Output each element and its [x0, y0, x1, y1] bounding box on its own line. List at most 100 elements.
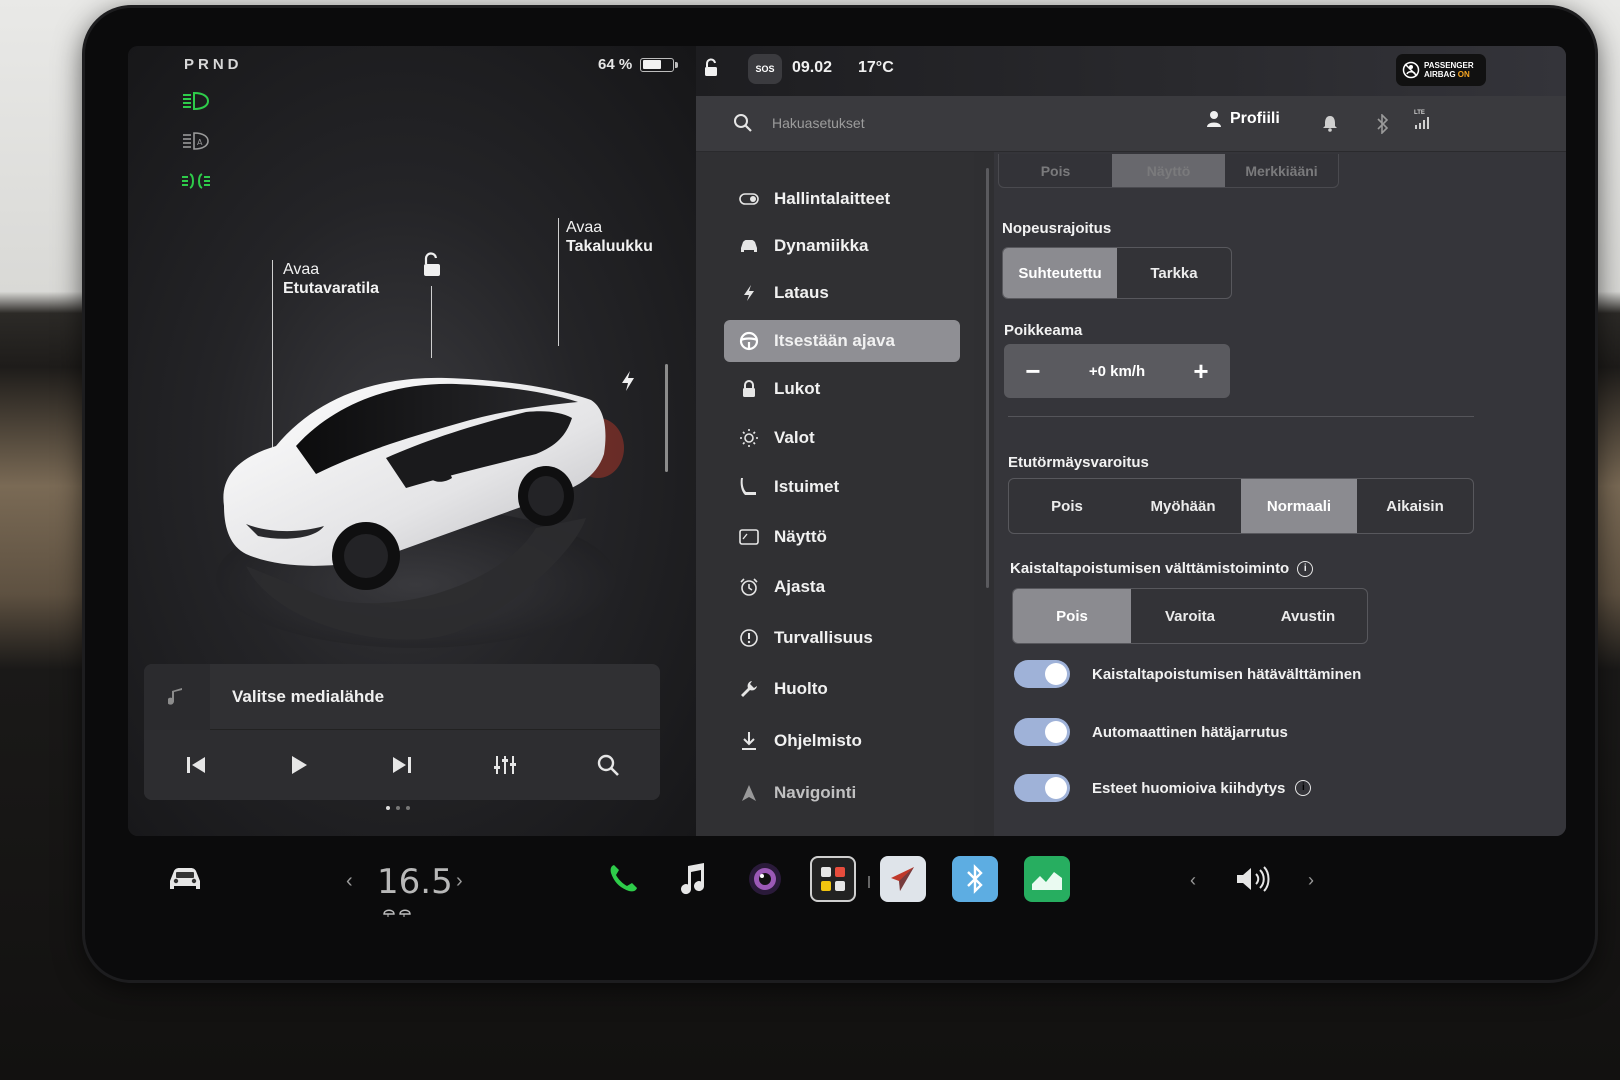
- previous-track-button[interactable]: [176, 745, 216, 785]
- car-controls-button[interactable]: [162, 856, 208, 902]
- media-source-label: Valitse medialähde: [232, 686, 385, 706]
- toggle-label: Automaattinen hätäjarrutus: [1092, 723, 1288, 741]
- forward-collision-option-pois[interactable]: Pois: [1009, 479, 1125, 533]
- top-partial-segment: Pois Näyttö Merkkiääni: [998, 154, 1339, 188]
- energy-button[interactable]: [1024, 856, 1070, 902]
- menu-item-lukot[interactable]: Lukot: [724, 368, 960, 410]
- media-source-row[interactable]: Valitse medialähde: [144, 664, 660, 730]
- top-segment-option-2[interactable]: Merkkiääni: [1225, 154, 1338, 187]
- seat-heater-icon[interactable]: [382, 906, 414, 918]
- menu-item-istuimet[interactable]: Istuimet: [724, 466, 960, 508]
- menu-item-ohjelmisto[interactable]: Ohjelmisto: [724, 720, 960, 762]
- forward-collision-option-aikaisin[interactable]: Aikaisin: [1357, 479, 1473, 533]
- play-button[interactable]: [279, 745, 319, 785]
- media-search-button[interactable]: [588, 745, 628, 785]
- lane-departure-option-varoita[interactable]: Varoita: [1131, 589, 1249, 643]
- search-icon: [598, 754, 620, 776]
- toggle-row: Automaattinen hätäjarrutus: [1014, 718, 1288, 746]
- equalizer-icon: [494, 756, 517, 774]
- toggle-label: Kaistaltapoistumisen hätävälttäminen: [1092, 665, 1362, 683]
- svg-text:A: A: [197, 138, 203, 147]
- car-icon: [170, 868, 200, 889]
- equalizer-button[interactable]: [485, 745, 525, 785]
- menu-item-ajasta[interactable]: Ajasta: [724, 566, 960, 608]
- next-track-button[interactable]: [382, 745, 422, 785]
- sos-button[interactable]: SOS: [748, 54, 782, 84]
- temp-decrease-button[interactable]: ‹: [346, 870, 353, 893]
- forward-collision-option-myöhään[interactable]: Myöhään: [1125, 479, 1241, 533]
- bluetooth-icon: [967, 864, 983, 894]
- headlights-on-icon: [183, 91, 210, 111]
- menu-scrollbar[interactable]: [986, 168, 989, 588]
- settings-search-input[interactable]: Hakuasetukset: [772, 115, 865, 131]
- music-note-icon: [144, 664, 210, 730]
- navigation-button[interactable]: [880, 856, 926, 902]
- battery-percent: 64 %: [598, 56, 633, 73]
- menu-item-label: Itsestään ajava: [774, 331, 895, 350]
- unlocked-icon[interactable]: [702, 58, 720, 78]
- menu-item-lataus[interactable]: Lataus: [724, 272, 960, 314]
- info-icon[interactable]: i: [1295, 780, 1312, 796]
- menu-item-navigointi[interactable]: Navigointi: [724, 772, 960, 814]
- menu-item-label: Näyttö: [774, 527, 827, 546]
- volume-button[interactable]: [1230, 856, 1276, 902]
- unlocked-padlock-icon[interactable]: [420, 252, 444, 278]
- settings-menu: Hallintalaitteet Dynamiikka Lataus Itsestää…: [696, 152, 974, 836]
- lane-departure-option-avustin[interactable]: Avustin: [1249, 589, 1367, 643]
- bell-icon[interactable]: [1322, 114, 1338, 132]
- temp-increase-button[interactable]: ›: [456, 870, 463, 893]
- lock-icon: [738, 378, 760, 400]
- top-segment-option-0[interactable]: Pois: [999, 154, 1112, 187]
- camera-button[interactable]: [742, 856, 788, 902]
- menu-item-label: Ohjelmisto: [774, 731, 862, 750]
- menu-item-itsestään-ajava[interactable]: Itsestään ajava: [724, 320, 960, 362]
- phone-button[interactable]: [600, 856, 646, 902]
- settings-pane: SOS 09.02 17°C PASSENGER AIRBAG ON Hakua…: [696, 46, 1566, 836]
- toggle-switch[interactable]: [1014, 718, 1070, 746]
- display-icon: [738, 526, 760, 548]
- bluetooth-icon[interactable]: [1376, 114, 1390, 134]
- menu-item-label: Navigointi: [774, 783, 857, 802]
- rear-trunk-button[interactable]: Avaa Takaluukku: [566, 218, 653, 256]
- forward-collision-option-normaali[interactable]: Normaali: [1241, 479, 1357, 533]
- menu-item-huolto[interactable]: Huolto: [724, 668, 960, 710]
- speed-limit-option-tarkka[interactable]: Tarkka: [1117, 248, 1231, 298]
- lane-departure-segment: Pois Varoita Avustin: [1012, 588, 1368, 644]
- music-icon: [681, 863, 705, 895]
- cabin-temperature[interactable]: 16.5: [377, 862, 453, 902]
- offset-increase-button[interactable]: +: [1186, 356, 1216, 387]
- battery-level-fill: [642, 60, 662, 69]
- menu-item-näyttö[interactable]: Näyttö: [724, 516, 960, 558]
- apps-launcher-button[interactable]: [810, 856, 856, 902]
- battery-icon: [640, 57, 679, 72]
- menu-item-valot[interactable]: Valot: [724, 417, 960, 459]
- lte-label: LTE: [1414, 110, 1425, 116]
- navigation-icon: [738, 782, 760, 804]
- front-trunk-button[interactable]: Avaa Etutavaratila: [283, 260, 379, 298]
- toggle-switch[interactable]: [1014, 774, 1070, 802]
- offset-decrease-button[interactable]: −: [1018, 356, 1048, 387]
- top-segment-option-1[interactable]: Näyttö: [1112, 154, 1225, 187]
- lane-departure-option-pois[interactable]: Pois: [1013, 589, 1131, 643]
- volume-right-arrow[interactable]: ›: [1308, 870, 1314, 891]
- bluetooth-button[interactable]: [952, 856, 998, 902]
- music-button[interactable]: [670, 856, 716, 902]
- offset-label: Poikkeama: [1004, 322, 1083, 339]
- menu-item-turvallisuus[interactable]: Turvallisuus: [724, 617, 960, 659]
- vehicle-pane-scrollbar[interactable]: [665, 364, 668, 472]
- skip-forward-icon: [392, 757, 411, 773]
- parking-lights-icon: [182, 173, 210, 189]
- menu-item-dynamiikka[interactable]: Dynamiikka: [724, 225, 960, 267]
- play-icon: [291, 756, 307, 774]
- steering-wheel-icon: [738, 330, 760, 352]
- speed-limit-option-suhteutettu[interactable]: Suhteutettu: [1003, 248, 1117, 298]
- menu-item-hallintalaitteet[interactable]: Hallintalaitteet: [724, 178, 960, 220]
- rear-trunk-action: Avaa: [566, 219, 603, 236]
- info-icon[interactable]: i: [1297, 561, 1314, 578]
- toggle-switch[interactable]: [1014, 660, 1070, 688]
- profile-button[interactable]: Profiili: [1206, 110, 1280, 128]
- search-icon[interactable]: [732, 112, 754, 134]
- phone-icon: [610, 865, 637, 892]
- camera-icon: [749, 863, 781, 895]
- volume-left-arrow[interactable]: ‹: [1190, 870, 1196, 891]
